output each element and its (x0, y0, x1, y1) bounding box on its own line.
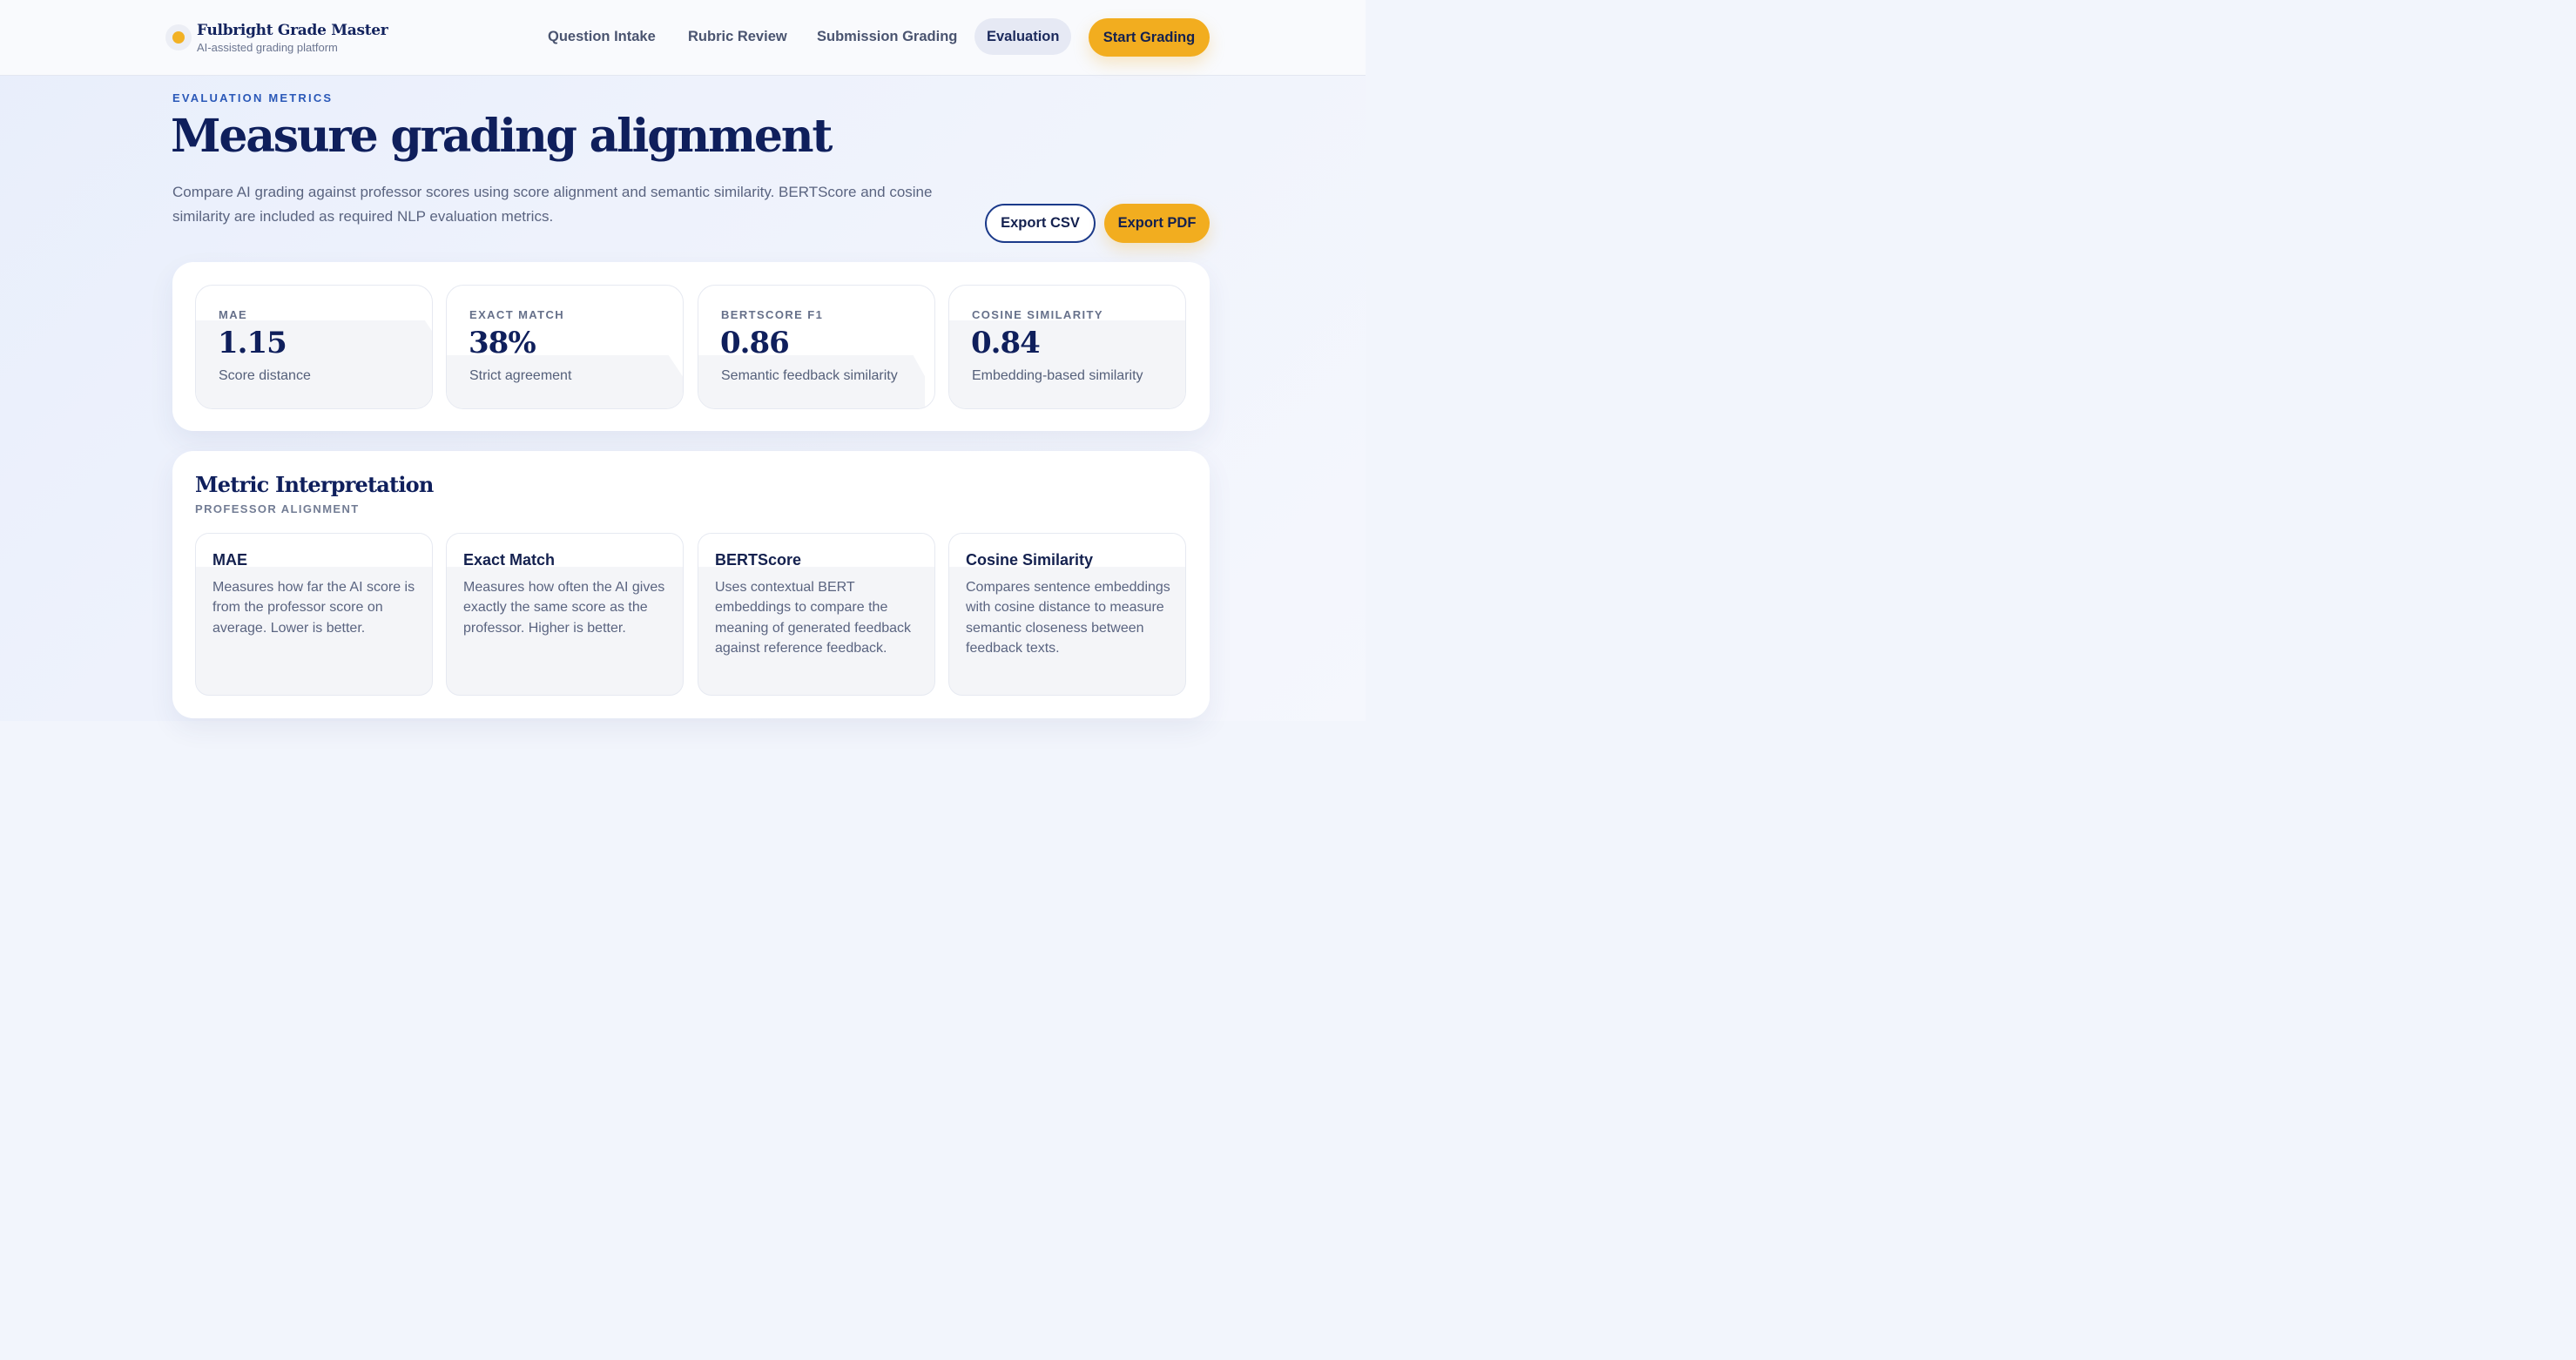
interpretation-card-cosine-similarity: Cosine Similarity Compares sentence embe… (948, 533, 1186, 696)
metric-card-bertscore: BERTSCORE F1 0.86 Semantic feedback simi… (698, 285, 935, 409)
page-title: Measure grading alignment (171, 110, 833, 163)
top-navigation-bar: Fulbright Grade Master AI-assisted gradi… (0, 0, 1366, 76)
metric-value: 0.84 (971, 326, 1041, 360)
card-text: Compares sentence embeddings with cosine… (966, 580, 1170, 656)
metric-description: Semantic feedback similarity (721, 368, 898, 383)
interpretation-card-bertscore: BERTScore Uses contextual BERT embedding… (698, 533, 935, 696)
metric-description: Strict agreement (469, 368, 572, 383)
metric-label: COSINE SIMILARITY (972, 308, 1103, 321)
metric-description: Score distance (219, 368, 311, 383)
card-text: Uses contextual BERT embeddings to compa… (715, 580, 912, 656)
card-title: Cosine Similarity (966, 551, 1094, 569)
export-pdf-button[interactable]: Export PDF (1104, 204, 1210, 243)
metric-label: EXACT MATCH (469, 308, 565, 321)
metric-description: Embedding-based similarity (972, 368, 1143, 383)
metric-card-exact-match: EXACT MATCH 38% Strict agreement (446, 285, 684, 409)
metric-card-mae: MAE 1.15 Score distance (195, 285, 433, 409)
nav-item-rubric-review[interactable]: Rubric Review (676, 18, 799, 55)
metric-value: 0.86 (720, 326, 790, 360)
nav-item-evaluation[interactable]: Evaluation (974, 18, 1072, 55)
interpretation-card-mae: MAE Measures how far the AI score is fro… (195, 533, 433, 696)
start-grading-button[interactable]: Start Grading (1089, 18, 1210, 57)
card-title: BERTScore (715, 551, 802, 569)
card-title: Exact Match (463, 551, 556, 569)
metric-card-cosine-similarity: COSINE SIMILARITY 0.84 Embedding-based s… (948, 285, 1186, 409)
card-text: Measures how far the AI score is from th… (212, 580, 415, 636)
section-title: Metric Interpretation (195, 472, 434, 497)
export-csv-button[interactable]: Export CSV (985, 204, 1096, 243)
eyebrow-label: EVALUATION METRICS (172, 91, 334, 104)
interpretation-card-exact-match: Exact Match Measures how often the AI gi… (446, 533, 684, 696)
card-text: Measures how often the AI gives exactly … (463, 580, 665, 636)
page-description: Compare AI grading against professor sco… (172, 184, 933, 225)
nav-item-question-intake[interactable]: Question Intake (536, 18, 668, 55)
metric-value: 1.15 (218, 326, 287, 360)
section-subtitle: PROFESSOR ALIGNMENT (195, 502, 360, 515)
metric-value: 38% (469, 326, 536, 360)
metric-label: BERTSCORE F1 (721, 308, 824, 321)
nav-item-submission-grading[interactable]: Submission Grading (805, 18, 969, 55)
card-title: MAE (212, 551, 247, 569)
metric-label: MAE (219, 308, 248, 321)
metrics-panel: MAE 1.15 Score distance EXACT MATCH 38% … (172, 262, 1210, 431)
metric-interpretation-panel: Metric Interpretation PROFESSOR ALIGNMEN… (172, 451, 1210, 718)
